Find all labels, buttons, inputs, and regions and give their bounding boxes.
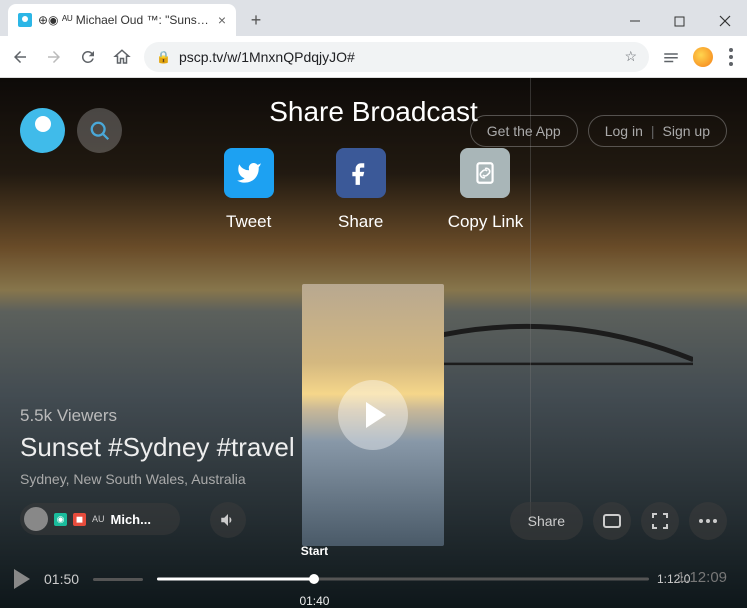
country-badge: ◼ <box>73 513 86 526</box>
broadcaster-chip[interactable]: ◉ ◼ AU Mich... <box>20 503 180 535</box>
broadcast-title: Sunset #Sydney #travel <box>20 432 295 463</box>
fullscreen-icon <box>652 513 668 529</box>
twitter-icon <box>236 160 262 186</box>
share-copy-link-button[interactable]: Copy Link <box>448 148 524 232</box>
new-tab-button[interactable]: + <box>242 8 270 36</box>
url-text: pscp.tv/w/1MnxnQPdqjyJO# <box>179 49 355 65</box>
address-bar[interactable]: 🔒 pscp.tv/w/1MnxnQPdqjyJO# ☆ <box>144 42 649 72</box>
broadcast-preview[interactable] <box>302 284 444 546</box>
share-broadcast-title: Share Broadcast <box>0 96 747 128</box>
window-close-button[interactable] <box>702 6 747 36</box>
start-marker-time: 01:40 <box>299 594 329 608</box>
seek-thumb[interactable] <box>309 574 319 584</box>
current-time: 01:50 <box>44 571 79 587</box>
track-end-time: 1:12:0 <box>657 572 690 586</box>
maximize-button[interactable] <box>657 6 702 36</box>
start-marker-label: Start <box>301 544 328 558</box>
favicon-icon <box>18 13 32 27</box>
theater-mode-button[interactable] <box>593 502 631 540</box>
reload-button[interactable] <box>76 45 100 69</box>
forward-button <box>42 45 66 69</box>
seek-track[interactable]: Start 01:40 1:12:0 <box>157 564 649 594</box>
play-button[interactable] <box>14 569 30 589</box>
bookmark-star-icon[interactable]: ☆ <box>624 48 637 65</box>
lock-icon: 🔒 <box>156 50 171 64</box>
broadcaster-name: Mich... <box>111 512 168 527</box>
volume-button[interactable] <box>210 502 246 538</box>
tab-title: ⊕◉ ᴬᵁ Michael Oud ™: "Sunset # <box>38 13 212 27</box>
viewer-count: 5.5k Viewers <box>20 406 295 426</box>
avatar <box>24 507 48 531</box>
volume-icon <box>219 511 237 529</box>
back-button[interactable] <box>8 45 32 69</box>
media-control-icon[interactable] <box>659 45 683 69</box>
more-icon <box>699 519 717 523</box>
fullscreen-button[interactable] <box>641 502 679 540</box>
extension-icon[interactable] <box>693 47 713 67</box>
theater-icon <box>603 514 621 528</box>
browser-tab[interactable]: ⊕◉ ᴬᵁ Michael Oud ™: "Sunset # × <box>8 4 236 36</box>
more-options-button[interactable] <box>689 502 727 540</box>
country-code: AU <box>92 514 105 524</box>
close-tab-icon[interactable]: × <box>218 12 226 28</box>
minimize-button[interactable] <box>612 6 657 36</box>
verified-badge-icon: ◉ <box>54 513 67 526</box>
share-facebook-button[interactable]: Share <box>336 148 386 232</box>
link-icon <box>472 160 498 186</box>
browser-menu-button[interactable] <box>723 48 739 66</box>
facebook-icon <box>348 160 374 186</box>
page-body: Get the App Log in|Sign up Share Broadca… <box>0 78 747 608</box>
play-overlay-icon[interactable] <box>338 380 408 450</box>
home-button[interactable] <box>110 45 134 69</box>
broadcast-location: Sydney, New South Wales, Australia <box>20 471 295 487</box>
mini-progress <box>93 578 143 581</box>
share-tweet-button[interactable]: Tweet <box>224 148 274 232</box>
share-button[interactable]: Share <box>510 502 583 540</box>
